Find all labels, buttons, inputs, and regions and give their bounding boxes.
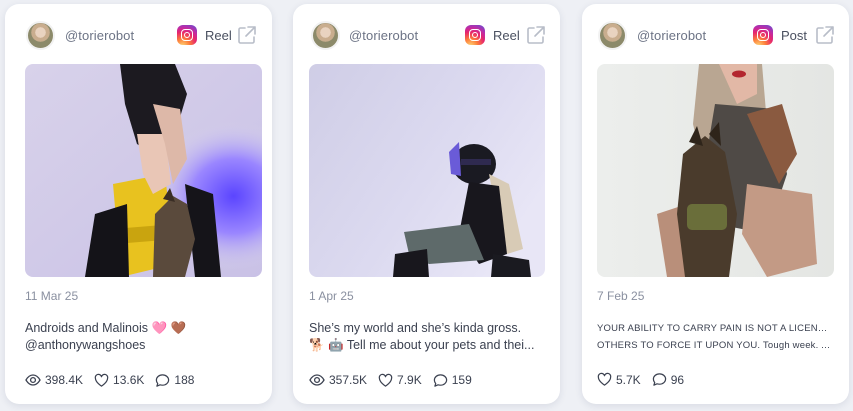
caption-line: @anthonywangshoes [25,338,146,352]
external-link-icon[interactable] [526,25,546,45]
platform-badge: Post [753,24,807,46]
post-caption: YOUR ABILITY TO CARRY PAIN IS NOT A LICE… [597,320,833,354]
eye-icon [25,374,41,386]
avatar[interactable] [311,21,340,50]
heart-icon [378,373,393,387]
account-handle[interactable]: @torierobot [65,28,134,43]
account-handle[interactable]: @torierobot [637,28,706,43]
comment-icon [156,373,170,387]
likes-stat: 5.7K [597,372,641,387]
comment-icon [652,373,666,386]
heart-icon [597,372,612,386]
post-stats: 398.4K 13.6K 188 [25,372,205,388]
comments-count: 96 [670,372,685,387]
post-stats: 5.7K 96 [597,372,695,387]
post-card[interactable]: @torierobot Post 7 Feb 25 YOUR ABILITY T… [582,4,849,404]
post-date: 7 Feb 25 [597,289,645,303]
platform-badge: Reel [177,24,232,46]
account-handle[interactable]: @torierobot [349,28,418,43]
card-header: @torierobot Reel [293,20,560,52]
avatar[interactable] [26,21,55,50]
instagram-icon [753,25,773,45]
platform-badge: Reel [465,24,520,46]
post-type-label: Reel [205,27,232,43]
views-stat: 357.5K [309,372,367,388]
caption-line: YOUR ABILITY TO CARRY PAIN IS NOT A LICE… [597,323,833,334]
caption-line: 🐕 🤖 Tell me about your pets and thei... [309,338,535,352]
views-stat: 398.4K [25,372,83,388]
comments-stat: 159 [433,373,472,388]
heart-icon [94,373,109,387]
post-thumbnail[interactable] [25,64,262,277]
views-count: 398.4K [45,373,84,387]
post-thumbnail[interactable] [597,64,834,277]
likes-count: 13.6K [113,373,145,387]
caption-line: OTHERS TO FORCE IT UPON YOU. Tough week.… [597,340,833,351]
comments-count: 159 [451,373,472,387]
eye-icon [309,374,325,386]
post-card[interactable]: @torierobot Reel [5,4,272,404]
post-thumbnail[interactable] [309,64,545,277]
avatar[interactable] [598,21,627,50]
views-count: 357.5K [329,373,368,387]
post-type-label: Post [781,27,808,43]
comment-icon [433,373,447,387]
likes-count: 5.7K [616,372,641,387]
post-stats: 357.5K 7.9K 159 [309,372,483,388]
external-link-icon[interactable] [815,25,835,45]
caption-line: Androids and Malinois 🩷 🤎 [25,321,187,335]
external-link-icon[interactable] [237,25,257,45]
comments-stat: 188 [155,373,194,388]
card-header: @torierobot Post [582,20,849,52]
comments-count: 188 [174,373,195,387]
post-caption: Androids and Malinois 🩷 🤎 @anthonywangsh… [25,320,257,354]
likes-stat: 13.6K [94,373,144,388]
likes-stat: 7.9K [378,373,422,388]
card-header: @torierobot Reel [5,20,272,52]
instagram-icon [177,25,197,45]
post-date: 11 Mar 25 [25,289,79,303]
likes-count: 7.9K [397,373,422,387]
comments-stat: 96 [652,372,684,387]
post-date: 1 Apr 25 [309,289,354,303]
instagram-icon [465,25,485,45]
post-type-label: Reel [493,27,520,43]
post-card[interactable]: @torierobot Reel [293,4,560,404]
post-caption: She’s my world and she’s kinda gross. 🐕 … [309,320,545,354]
caption-line: She’s my world and she’s kinda gross. [309,321,522,335]
